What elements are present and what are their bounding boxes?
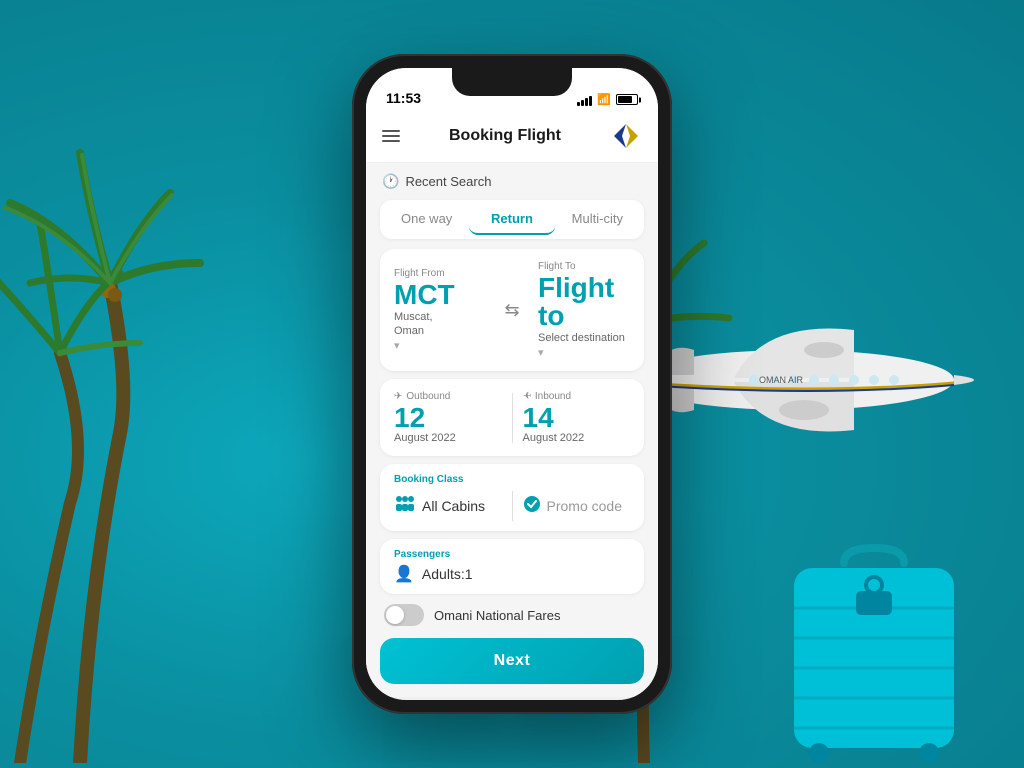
passengers-value: Adults:1 [422,566,473,582]
inbound-month: August 2022 [523,432,631,444]
palm-tree-left [0,83,280,768]
flight-from-country: Oman [394,325,486,337]
svg-text:OMAN AIR: OMAN AIR [759,375,804,385]
header-title: Booking Flight [449,127,561,145]
promo-check-icon [523,495,541,518]
outbound-day: 12 [394,404,502,432]
cabin-icon [394,495,416,518]
phone-notch [452,68,572,96]
to-chevron-icon: ▾ [538,346,630,359]
wifi-icon: 📶 [597,93,611,106]
phone-screen: 11:53 📶 [366,68,658,700]
signal-bar-1 [577,102,580,106]
flight-to-label: Flight To [538,261,630,272]
app-content: 🕐 Recent Search One way Return Multi-cit… [366,163,658,697]
app-header: Booking Flight [366,112,658,163]
cabin-class-value: All Cabins [422,498,485,514]
phone-frame: 11:53 📶 [352,54,672,714]
swap-button[interactable]: ⇆ [496,300,528,321]
outbound-month: August 2022 [394,432,502,444]
national-fares-row: Omani National Fares [380,604,644,626]
plane-return-icon: ✈ [523,391,531,402]
menu-button[interactable] [382,130,400,142]
recent-search-label: Recent Search [405,174,491,189]
person-icon: 👤 [394,564,414,584]
signal-icon [577,94,592,106]
booking-class-label: Booking Class [394,474,630,485]
flight-route-row: Flight From MCT Muscat, Oman ▾ ⇆ Flight … [394,261,630,359]
phone-mockup: 11:53 📶 [352,54,672,714]
promo-code-label: Promo code [547,498,622,514]
recent-search-row: 🕐 Recent Search [380,173,644,190]
tab-multi-city[interactable]: Multi-city [555,204,640,235]
outbound-date[interactable]: ✈ Outbound 12 August 2022 [394,391,502,444]
battery-fill [618,96,632,103]
trip-type-tabs: One way Return Multi-city [380,200,644,239]
booking-divider [512,491,513,521]
flight-from-label: Flight From [394,268,486,279]
flight-to[interactable]: Flight To Flight to Select destination ▾ [538,261,630,359]
signal-bar-2 [581,100,584,106]
inbound-day: 14 [523,404,631,432]
flight-to-destination: Select destination [538,332,630,344]
clock-icon: 🕐 [382,173,399,190]
tab-one-way[interactable]: One way [384,204,469,235]
booking-class-card: Booking Class [380,464,644,531]
menu-line-1 [382,130,400,132]
national-fares-toggle[interactable] [384,604,424,626]
toggle-thumb [386,606,404,624]
signal-bar-4 [589,96,592,106]
flight-from-code: MCT [394,281,486,309]
national-fares-label: Omani National Fares [434,608,560,623]
menu-line-2 [382,135,400,137]
tab-return[interactable]: Return [469,204,554,235]
signal-bar-3 [585,98,588,106]
airline-logo [610,120,642,152]
status-icons: 📶 [577,93,638,106]
promo-code-item[interactable]: Promo code [523,495,631,518]
next-button[interactable]: Next [380,638,644,684]
flight-from[interactable]: Flight From MCT Muscat, Oman ▾ [394,268,486,352]
passengers-label: Passengers [394,549,630,560]
menu-line-3 [382,140,400,142]
flight-from-city: Muscat, [394,311,486,323]
inbound-label: ✈ Inbound [523,391,631,402]
outbound-label: ✈ Outbound [394,391,502,402]
flight-route-card: Flight From MCT Muscat, Oman ▾ ⇆ Flight … [380,249,644,371]
flight-to-code: Flight to [538,274,630,330]
plane-depart-icon: ✈ [394,391,402,402]
inbound-date[interactable]: ✈ Inbound 14 August 2022 [523,391,631,444]
status-time: 11:53 [386,90,421,106]
from-chevron-icon: ▾ [394,339,486,352]
date-divider [512,393,513,443]
booking-class-row: All Cabins Promo code [394,491,630,521]
suitcase-decoration [784,543,984,768]
passengers-row: 👤 Adults:1 [394,564,630,584]
date-card: ✈ Outbound 12 August 2022 ✈ Inbound 14 [380,379,644,456]
battery-icon [616,94,638,105]
cabin-class-item[interactable]: All Cabins [394,495,502,518]
passengers-card[interactable]: Passengers 👤 Adults:1 [380,539,644,594]
